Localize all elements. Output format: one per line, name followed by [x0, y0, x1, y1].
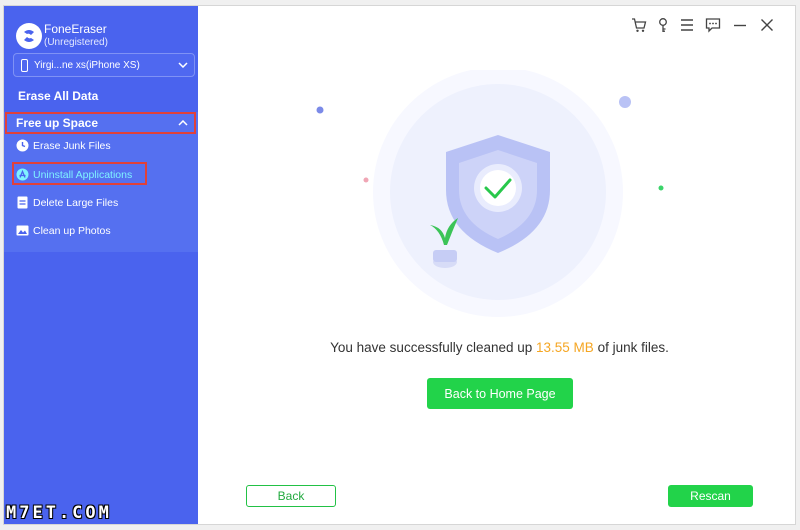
nav-erase-all-data[interactable]: Erase All Data — [18, 89, 98, 103]
sidebar-item-label: Delete Large Files — [33, 196, 119, 209]
sidebar-item-clean-up-photos[interactable]: Clean up Photos — [16, 224, 111, 237]
rescan-button[interactable]: Rescan — [668, 485, 753, 507]
back-button[interactable]: Back — [246, 485, 336, 507]
success-message-suffix: of junk files. — [593, 340, 669, 355]
clock-icon — [16, 139, 29, 152]
key-icon[interactable] — [655, 17, 671, 33]
sidebar-item-label: Clean up Photos — [33, 224, 111, 237]
registration-status: (Unregistered) — [44, 37, 108, 48]
feedback-icon[interactable] — [705, 17, 721, 33]
device-selector[interactable]: Yirgi...ne xs(iPhone XS) — [13, 53, 195, 77]
cart-icon[interactable] — [631, 17, 647, 33]
sidebar-item-delete-large-files[interactable]: Delete Large Files — [16, 196, 118, 209]
phone-icon — [21, 58, 28, 72]
sidebar-item-label: Erase Junk Files — [33, 139, 111, 152]
photo-icon — [16, 225, 29, 236]
app-name: FoneEraser — [44, 22, 107, 36]
sidebar: FoneEraser (Unregistered) Yirgi...ne xs(… — [4, 6, 198, 524]
foneeraser-logo-icon — [16, 23, 42, 49]
menu-icon[interactable] — [679, 17, 695, 33]
file-icon — [17, 196, 28, 209]
success-illustration — [316, 70, 664, 317]
success-message: You have successfully cleaned up 13.55 M… — [199, 340, 800, 355]
minimize-icon[interactable] — [732, 17, 748, 33]
sidebar-item-uninstall-applications[interactable]: Uninstall Applications — [16, 168, 132, 181]
watermark: M7ET.COM — [6, 503, 112, 523]
close-icon[interactable] — [759, 17, 775, 33]
nav-free-up-space[interactable]: Free up Space — [5, 112, 196, 134]
sidebar-item-label: Uninstall Applications — [33, 168, 133, 181]
device-selector-label: Yirgi...ne xs(iPhone XS) — [34, 59, 140, 71]
free-up-space-label: Free up Space — [16, 116, 99, 130]
sidebar-item-erase-junk-files[interactable]: Erase Junk Files — [16, 139, 111, 152]
app-store-icon — [16, 168, 29, 181]
back-to-home-button[interactable]: Back to Home Page — [427, 378, 573, 409]
cleaned-amount: 13.55 MB — [536, 340, 594, 355]
success-message-prefix: You have successfully cleaned up — [330, 340, 537, 355]
chevron-down-icon — [178, 62, 188, 68]
chevron-up-icon — [178, 120, 188, 126]
